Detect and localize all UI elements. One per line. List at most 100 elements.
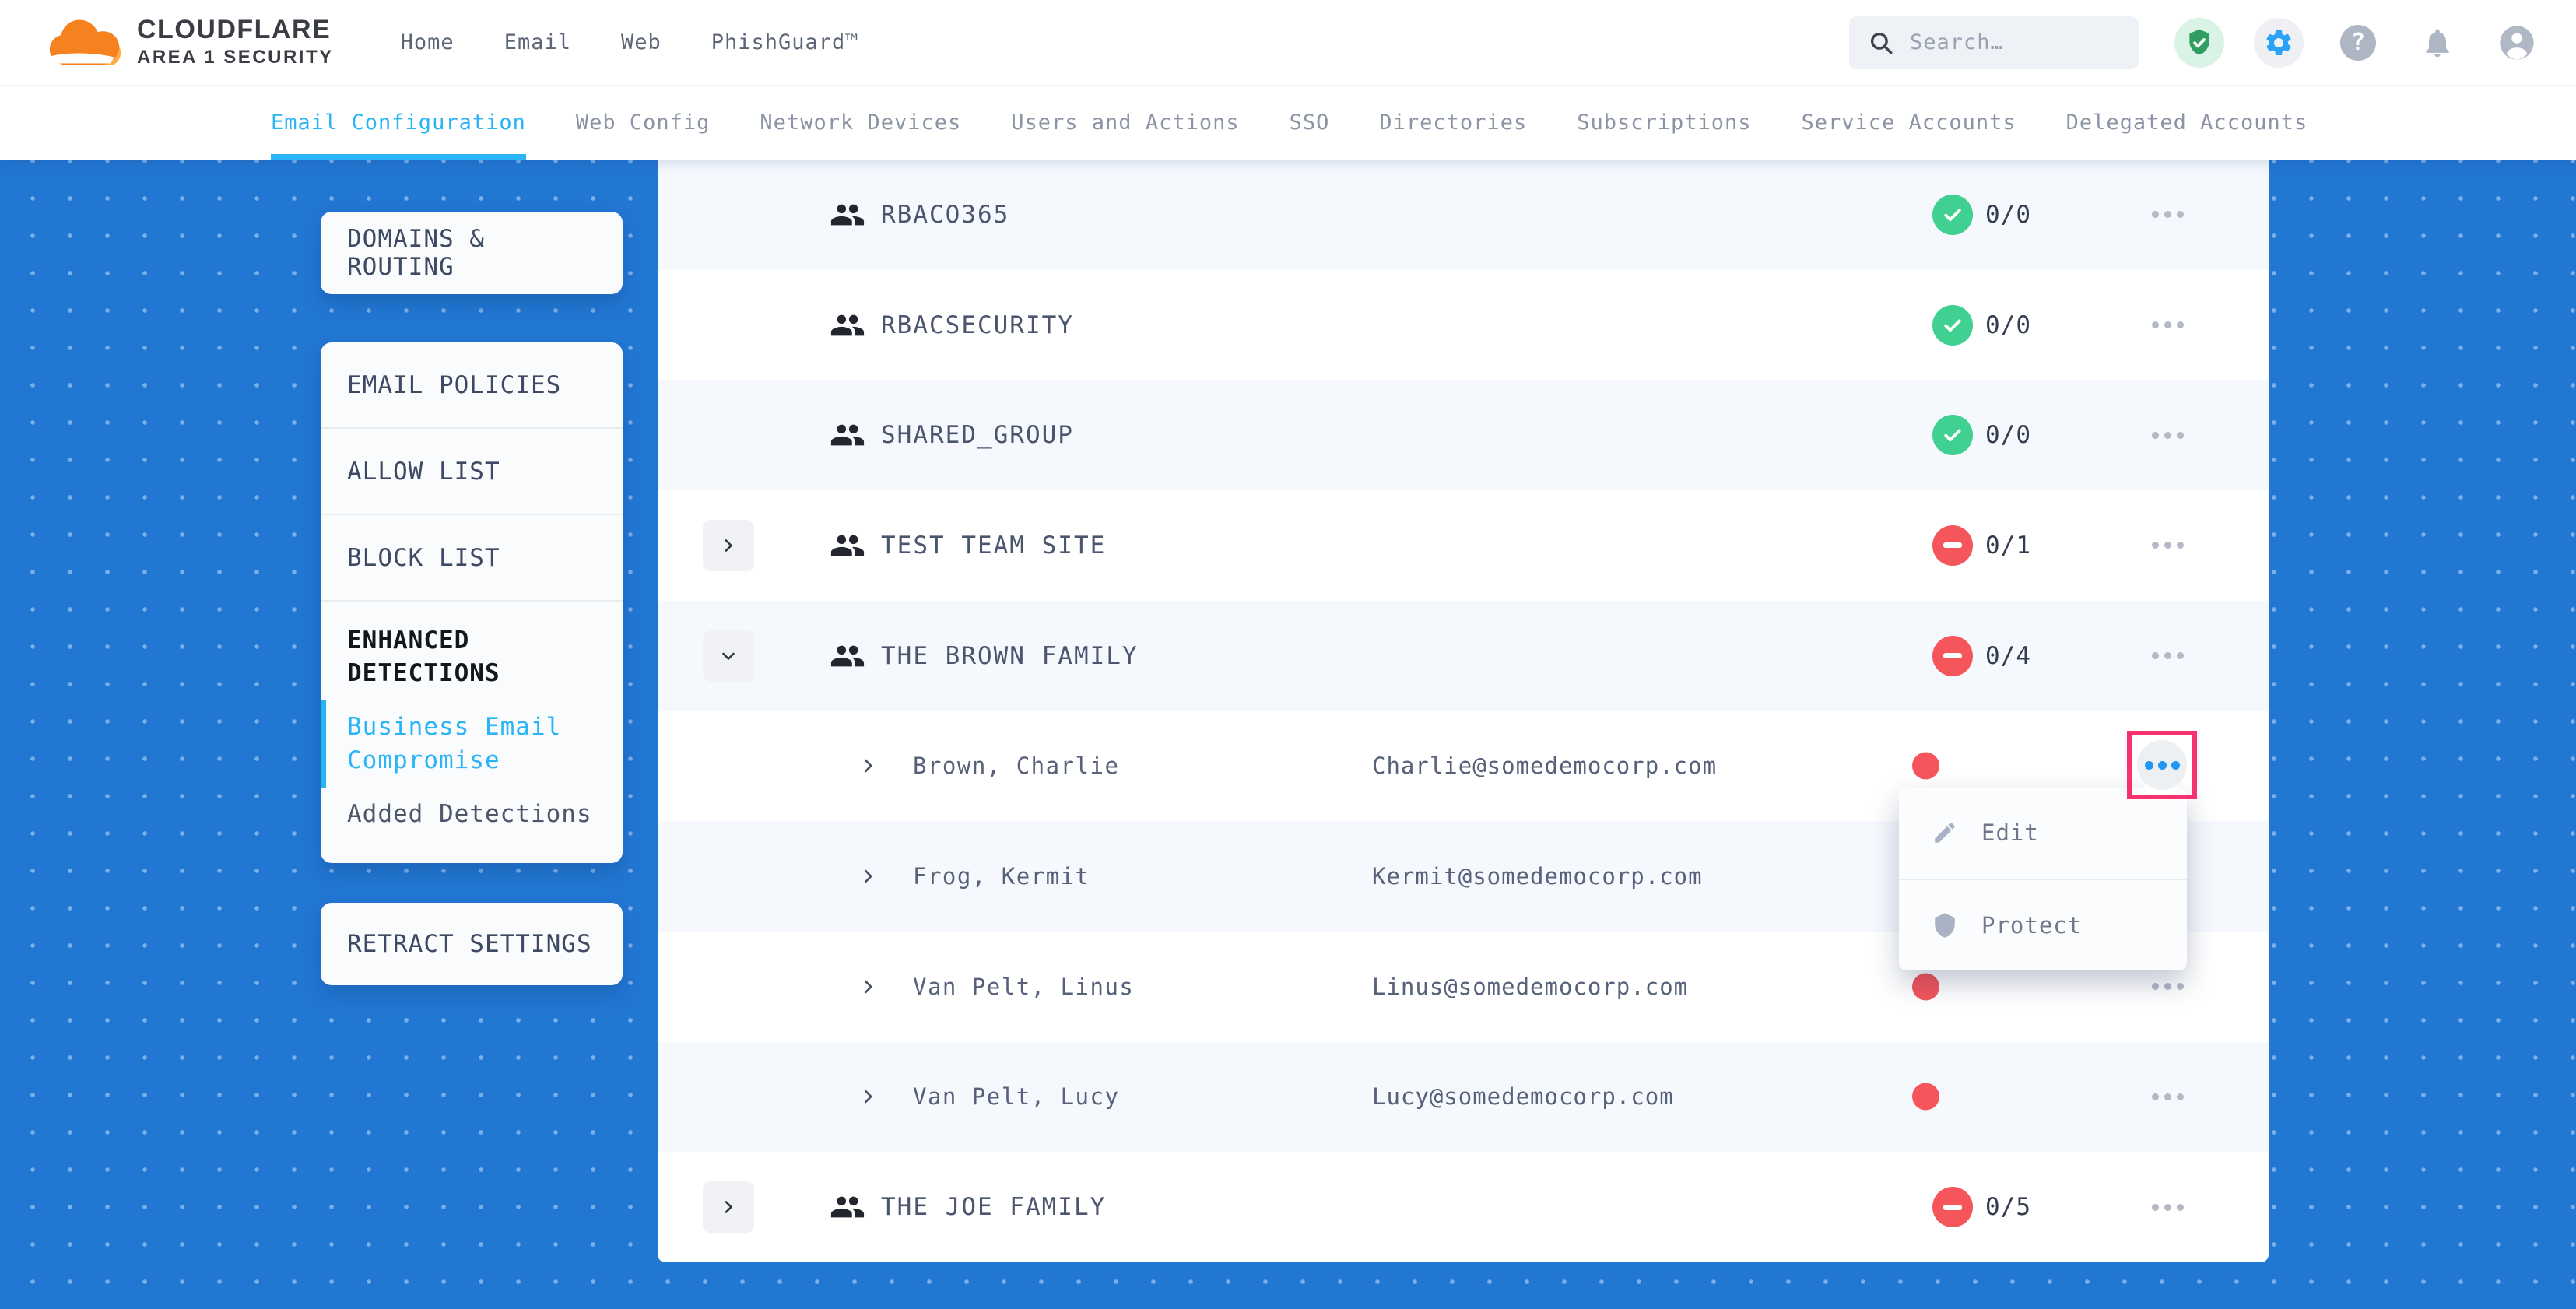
group-icon (830, 1189, 865, 1225)
row-menu-button[interactable] (2143, 1191, 2192, 1223)
member-count: 0/0 (1985, 201, 2031, 229)
table-row[interactable]: TEST TEAM SITE 0/1 (658, 490, 2269, 601)
member-name: Van Pelt, Lucy (913, 1083, 1119, 1110)
group-name: TEST TEAM SITE (881, 532, 1106, 560)
row-menu-button[interactable] (2143, 419, 2192, 451)
row-menu-button[interactable] (2143, 529, 2192, 562)
help-icon[interactable]: ? (2333, 18, 2383, 68)
account-icon[interactable] (2492, 18, 2542, 68)
expander-button[interactable] (703, 1181, 754, 1233)
group-icon (830, 307, 865, 343)
member-email: Lucy@somedemocorp.com (1372, 1083, 1674, 1110)
member-count: 0/0 (1985, 311, 2031, 339)
minus-icon (1943, 1205, 1962, 1210)
search-icon (1868, 30, 1894, 56)
check-icon (1941, 203, 1964, 226)
shield-check-icon[interactable] (2174, 18, 2224, 68)
group-name: THE JOE FAMILY (881, 1193, 1106, 1221)
sidebar-item-domains-routing[interactable]: DOMAINS & ROUTING (321, 212, 623, 294)
notifications-bell-icon[interactable] (2413, 18, 2462, 68)
member-count: 0/4 (1985, 642, 2031, 670)
click-highlight (2127, 731, 2197, 799)
sidebar-item-added-detections[interactable]: Added Detections (321, 791, 623, 858)
tab-web-config[interactable]: Web Config (576, 86, 711, 160)
status-ok-icon (1932, 195, 1973, 235)
groups-table: RBACO365 0/0 RBACSECURITY 0/0 SHARED_G (658, 160, 2269, 1262)
member-email: Linus@somedemocorp.com (1372, 974, 1688, 1000)
menu-item-protect[interactable]: Protect (1899, 880, 2187, 971)
row-menu-button[interactable] (2143, 970, 2192, 1003)
table-row[interactable]: RBACO365 0/0 (658, 160, 2269, 270)
row-menu-button[interactable] (2143, 309, 2192, 342)
group-icon (830, 197, 865, 233)
brand-product: AREA 1 SECURITY (137, 47, 334, 68)
group-name: THE BROWN FAMILY (881, 642, 1139, 670)
tab-directories[interactable]: Directories (1379, 86, 1527, 160)
expander-button[interactable] (703, 630, 754, 682)
row-menu-button-active[interactable] (2137, 740, 2187, 790)
chevron-right-glyph-icon (858, 977, 879, 997)
sidebar-item-business-email-compromise[interactable]: Business Email Compromise (321, 697, 623, 792)
search-input[interactable] (1910, 30, 2120, 54)
brand-name: CLOUDFLARE (137, 16, 334, 44)
chevron-right-icon (719, 536, 738, 555)
menu-item-edit[interactable]: Edit (1899, 788, 2187, 879)
check-icon (1941, 423, 1964, 447)
group-name: RBACSECURITY (881, 311, 1074, 339)
status-blocked-icon (1932, 525, 1973, 566)
sidebar-item-allow-list[interactable]: ALLOW LIST (321, 429, 623, 514)
row-menu-button[interactable] (2143, 198, 2192, 231)
group-icon (830, 528, 865, 563)
member-email: Kermit@somedemocorp.com (1372, 863, 1703, 890)
table-row[interactable]: SHARED_GROUP 0/0 (658, 380, 2269, 490)
tab-service-accounts[interactable]: Service Accounts (1802, 86, 2016, 160)
member-count: 0/1 (1985, 532, 2031, 560)
row-menu-button[interactable] (2143, 1080, 2192, 1113)
cloudflare-cloud-icon (44, 17, 128, 68)
tab-delegated-accounts[interactable]: Delegated Accounts (2066, 86, 2308, 160)
member-name: Van Pelt, Linus (913, 974, 1134, 1000)
chevron-right-glyph-icon (858, 1086, 879, 1107)
member-email: Charlie@somedemocorp.com (1372, 753, 1717, 779)
table-row[interactable]: THE BROWN FAMILY 0/4 (658, 601, 2269, 711)
chevron-right-glyph-icon (858, 866, 879, 886)
check-icon (1941, 314, 1964, 337)
search-box[interactable] (1849, 16, 2139, 69)
chevron-down-icon (719, 647, 738, 665)
nav-item-web[interactable]: Web (621, 30, 662, 54)
table-row[interactable]: Van Pelt, Lucy Lucy@somedemocorp.com (658, 1042, 2269, 1153)
pencil-icon (1932, 819, 1958, 846)
header-icons: ? (2174, 18, 2542, 68)
main-nav: Home Email Web PhishGuard™ (401, 30, 859, 54)
sidebar-item-email-policies[interactable]: EMAIL POLICIES (321, 342, 623, 427)
member-name: Frog, Kermit (913, 863, 1090, 890)
table-row[interactable]: RBACSECURITY 0/0 (658, 270, 2269, 381)
menu-item-label: Edit (1981, 819, 2039, 846)
minus-icon (1943, 653, 1962, 658)
cloudflare-logo[interactable]: CLOUDFLARE AREA 1 SECURITY (44, 16, 334, 68)
sidebar-item-block-list[interactable]: BLOCK LIST (321, 515, 623, 600)
row-menu-button[interactable] (2143, 640, 2192, 672)
group-icon (830, 638, 865, 674)
nav-item-phishguard[interactable]: PhishGuard™ (711, 30, 859, 54)
nav-item-home[interactable]: Home (401, 30, 454, 54)
status-ok-icon (1932, 305, 1973, 346)
sidebar-item-retract-settings[interactable]: RETRACT SETTINGS (321, 903, 623, 985)
member-count: 0/0 (1985, 421, 2031, 449)
chevron-right-glyph-icon (858, 756, 879, 776)
settings-gear-icon[interactable] (2254, 18, 2304, 68)
tab-users-and-actions[interactable]: Users and Actions (1011, 86, 1239, 160)
table-row[interactable]: THE JOE FAMILY 0/5 (658, 1152, 2269, 1262)
status-ok-icon (1932, 415, 1973, 455)
tab-network-devices[interactable]: Network Devices (760, 86, 961, 160)
member-count: 0/5 (1985, 1193, 2031, 1221)
group-name: SHARED_GROUP (881, 421, 1074, 449)
sidebar-section-enhanced-detections[interactable]: ENHANCED DETECTIONS (321, 602, 623, 697)
tab-sso[interactable]: SSO (1290, 86, 1330, 160)
tab-email-configuration[interactable]: Email Configuration (271, 86, 526, 160)
tab-subscriptions[interactable]: Subscriptions (1577, 86, 1751, 160)
nav-item-email[interactable]: Email (504, 30, 571, 54)
expander-button[interactable] (703, 520, 754, 571)
status-blocked-icon (1932, 636, 1973, 676)
shield-icon (1932, 912, 1958, 939)
